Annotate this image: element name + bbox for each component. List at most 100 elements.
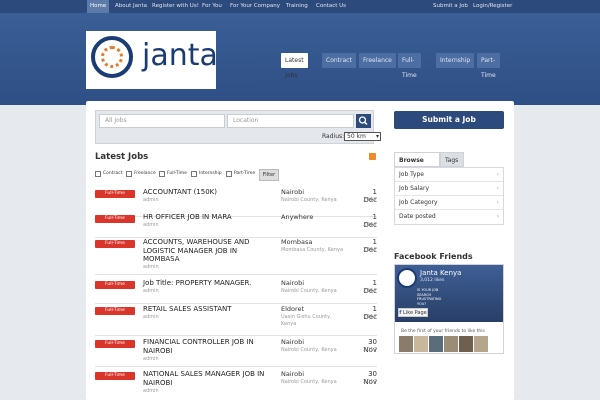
filter-freelance-checkbox[interactable] — [126, 171, 132, 177]
facebook-likes: 3,012 likes — [420, 278, 445, 283]
radius-value: 50 km — [347, 133, 366, 140]
job-location: Eldoret — [281, 305, 305, 313]
job-row[interactable]: Full-Time NATIONAL SALES MANAGER JOB IN … — [95, 370, 377, 400]
job-company[interactable]: admin — [143, 356, 159, 362]
filter-button[interactable]: Filter — [259, 169, 279, 181]
tab-contract[interactable]: Contract — [322, 53, 356, 68]
facebook-friends-title: Facebook Friends — [394, 252, 473, 261]
job-year: 2017 — [363, 314, 377, 320]
friend-avatar[interactable] — [429, 336, 443, 352]
tab-part-time[interactable]: Part-Time — [477, 53, 500, 79]
filter-contract-label: Contract — [103, 171, 123, 176]
filter-part-time-checkbox[interactable] — [226, 171, 232, 177]
top-navigation: Home About Janta Register with Us! For Y… — [0, 0, 600, 13]
friend-avatar[interactable] — [399, 336, 413, 352]
job-type-badge: Full-Time — [95, 307, 135, 315]
browse-item-date-posted[interactable]: Date posted › — [395, 210, 503, 224]
tab-browse-by[interactable]: Browse by... — [394, 152, 440, 179]
friend-avatar[interactable] — [444, 336, 458, 352]
job-year: 2017 — [363, 247, 377, 253]
browse-item-label: Job Category — [399, 199, 438, 206]
job-location: Nairobi — [281, 188, 305, 196]
rss-icon[interactable] — [369, 153, 376, 160]
job-company[interactable]: admin — [143, 197, 159, 203]
tab-latest-jobs[interactable]: Latest Jobs — [281, 53, 308, 79]
filter-contract-checkbox[interactable] — [95, 171, 101, 177]
nav-contact[interactable]: Contact Us — [313, 0, 349, 13]
job-row[interactable]: Full-Time RETAIL SALES ASSISTANT admin E… — [95, 305, 377, 336]
job-row[interactable]: Full-Time HR OFFICER JOB IN MARA admin A… — [95, 213, 377, 238]
job-year: 2017 — [363, 347, 377, 353]
browse-item-job-category[interactable]: Job Category › — [395, 196, 503, 210]
main-content: All Jobs Location Radius: 50 km ▾ Latest … — [86, 101, 514, 400]
filter-internship-checkbox[interactable] — [191, 171, 197, 177]
job-title[interactable]: HR OFFICER JOB IN MARA — [143, 213, 275, 222]
friend-avatar[interactable] — [414, 336, 428, 352]
browse-item-label: Job Salary — [399, 185, 430, 192]
facebook-friends-text: Be the first of your friends to like thi… — [401, 329, 485, 334]
submit-job-button[interactable]: Submit a Job — [394, 111, 504, 129]
job-title[interactable]: RETAIL SALES ASSISTANT — [143, 305, 275, 314]
job-title[interactable]: ACCOUNTS, WAREHOUSE AND LOGISTIC MANAGER… — [143, 238, 275, 264]
facebook-f-icon: f — [399, 310, 402, 316]
job-type-badge: Full-Time — [95, 281, 135, 289]
facebook-page-name[interactable]: Janta Kenya — [420, 269, 461, 277]
browse-item-label: Date posted — [399, 213, 436, 220]
nav-about[interactable]: About Janta — [112, 0, 150, 13]
tab-tags[interactable]: Tags — [440, 152, 464, 167]
job-row[interactable]: Full-Time ACCOUNTS, WAREHOUSE AND LOGIST… — [95, 238, 377, 275]
nav-home[interactable]: Home — [87, 0, 110, 13]
search-button[interactable] — [356, 114, 371, 128]
job-location: Nairobi — [281, 370, 305, 378]
job-company[interactable]: admin — [143, 288, 159, 294]
job-title[interactable]: NATIONAL SALES MANAGER JOB IN NAIROBI — [143, 370, 275, 387]
job-row[interactable]: Full-Time FINANCIAL CONTROLLER JOB IN NA… — [95, 338, 377, 367]
chevron-right-icon: › — [496, 171, 499, 178]
nav-training[interactable]: Training — [283, 0, 311, 13]
nav-register[interactable]: Register with Us! — [149, 0, 202, 13]
job-search-input[interactable]: All Jobs — [99, 114, 225, 128]
job-location-detail: Mombasa County, Kenya — [281, 247, 344, 253]
job-title[interactable]: FINANCIAL CONTROLLER JOB IN NAIROBI — [143, 338, 275, 355]
job-title[interactable]: ACCOUNTANT (150K) — [143, 188, 275, 197]
site-logo[interactable]: janta — [86, 31, 218, 89]
job-company[interactable]: admin — [143, 222, 159, 228]
filter-freelance-label: Freelance — [134, 171, 156, 176]
nav-for-you[interactable]: For You — [199, 0, 225, 13]
tab-freelance[interactable]: Freelance — [359, 53, 396, 68]
browse-item-job-type[interactable]: Job Type › — [395, 168, 503, 182]
job-location-detail: Uasin Gishu County, Kenya — [281, 314, 332, 327]
job-company[interactable]: admin — [143, 264, 159, 270]
job-company[interactable]: admin — [143, 314, 159, 320]
job-type-filters: Contract Freelance Full-Time Internship … — [95, 169, 377, 181]
job-title[interactable]: Job Title: PROPERTY MANAGER. — [143, 279, 275, 288]
filter-internship-label: Internship — [199, 171, 222, 176]
friend-avatar[interactable] — [474, 336, 488, 352]
logo-text: janta — [142, 38, 218, 73]
job-year: 2017 — [363, 222, 377, 228]
facebook-like-button[interactable]: f Like Page — [398, 308, 428, 317]
location-input[interactable]: Location — [227, 114, 354, 128]
filter-part-time-label: Part-Time — [234, 171, 256, 176]
search-panel: All Jobs Location Radius: 50 km ▾ — [95, 110, 381, 144]
job-year: 2017 — [363, 197, 377, 203]
nav-submit-job[interactable]: Submit a Job — [430, 0, 471, 13]
filter-full-time-checkbox[interactable] — [159, 171, 165, 177]
tab-internship[interactable]: Internship — [436, 53, 475, 68]
job-type-badge: Full-Time — [95, 190, 135, 198]
job-type-badge: Full-Time — [95, 340, 135, 348]
facebook-tagline: IS YOUR JOB SEARCH FRUSTRATING YOU? — [417, 288, 442, 306]
logo-ring-icon — [91, 36, 133, 78]
nav-login[interactable]: Login/Register — [470, 0, 515, 13]
job-company[interactable]: admin — [143, 388, 159, 394]
job-type-badge: Full-Time — [95, 240, 135, 248]
radius-select[interactable]: 50 km ▾ — [344, 132, 381, 141]
nav-for-company[interactable]: For Your Company — [227, 0, 283, 13]
job-row[interactable]: Full-Time Job Title: PROPERTY MANAGER. a… — [95, 279, 377, 304]
job-location-detail: Nairobi County, Kenya — [281, 197, 337, 203]
tab-full-time[interactable]: Full-Time — [398, 53, 421, 79]
browse-item-job-salary[interactable]: Job Salary › — [395, 182, 503, 196]
friend-avatar[interactable] — [459, 336, 473, 352]
facebook-page-avatar[interactable] — [397, 268, 417, 288]
logo-dots-icon — [101, 46, 123, 68]
